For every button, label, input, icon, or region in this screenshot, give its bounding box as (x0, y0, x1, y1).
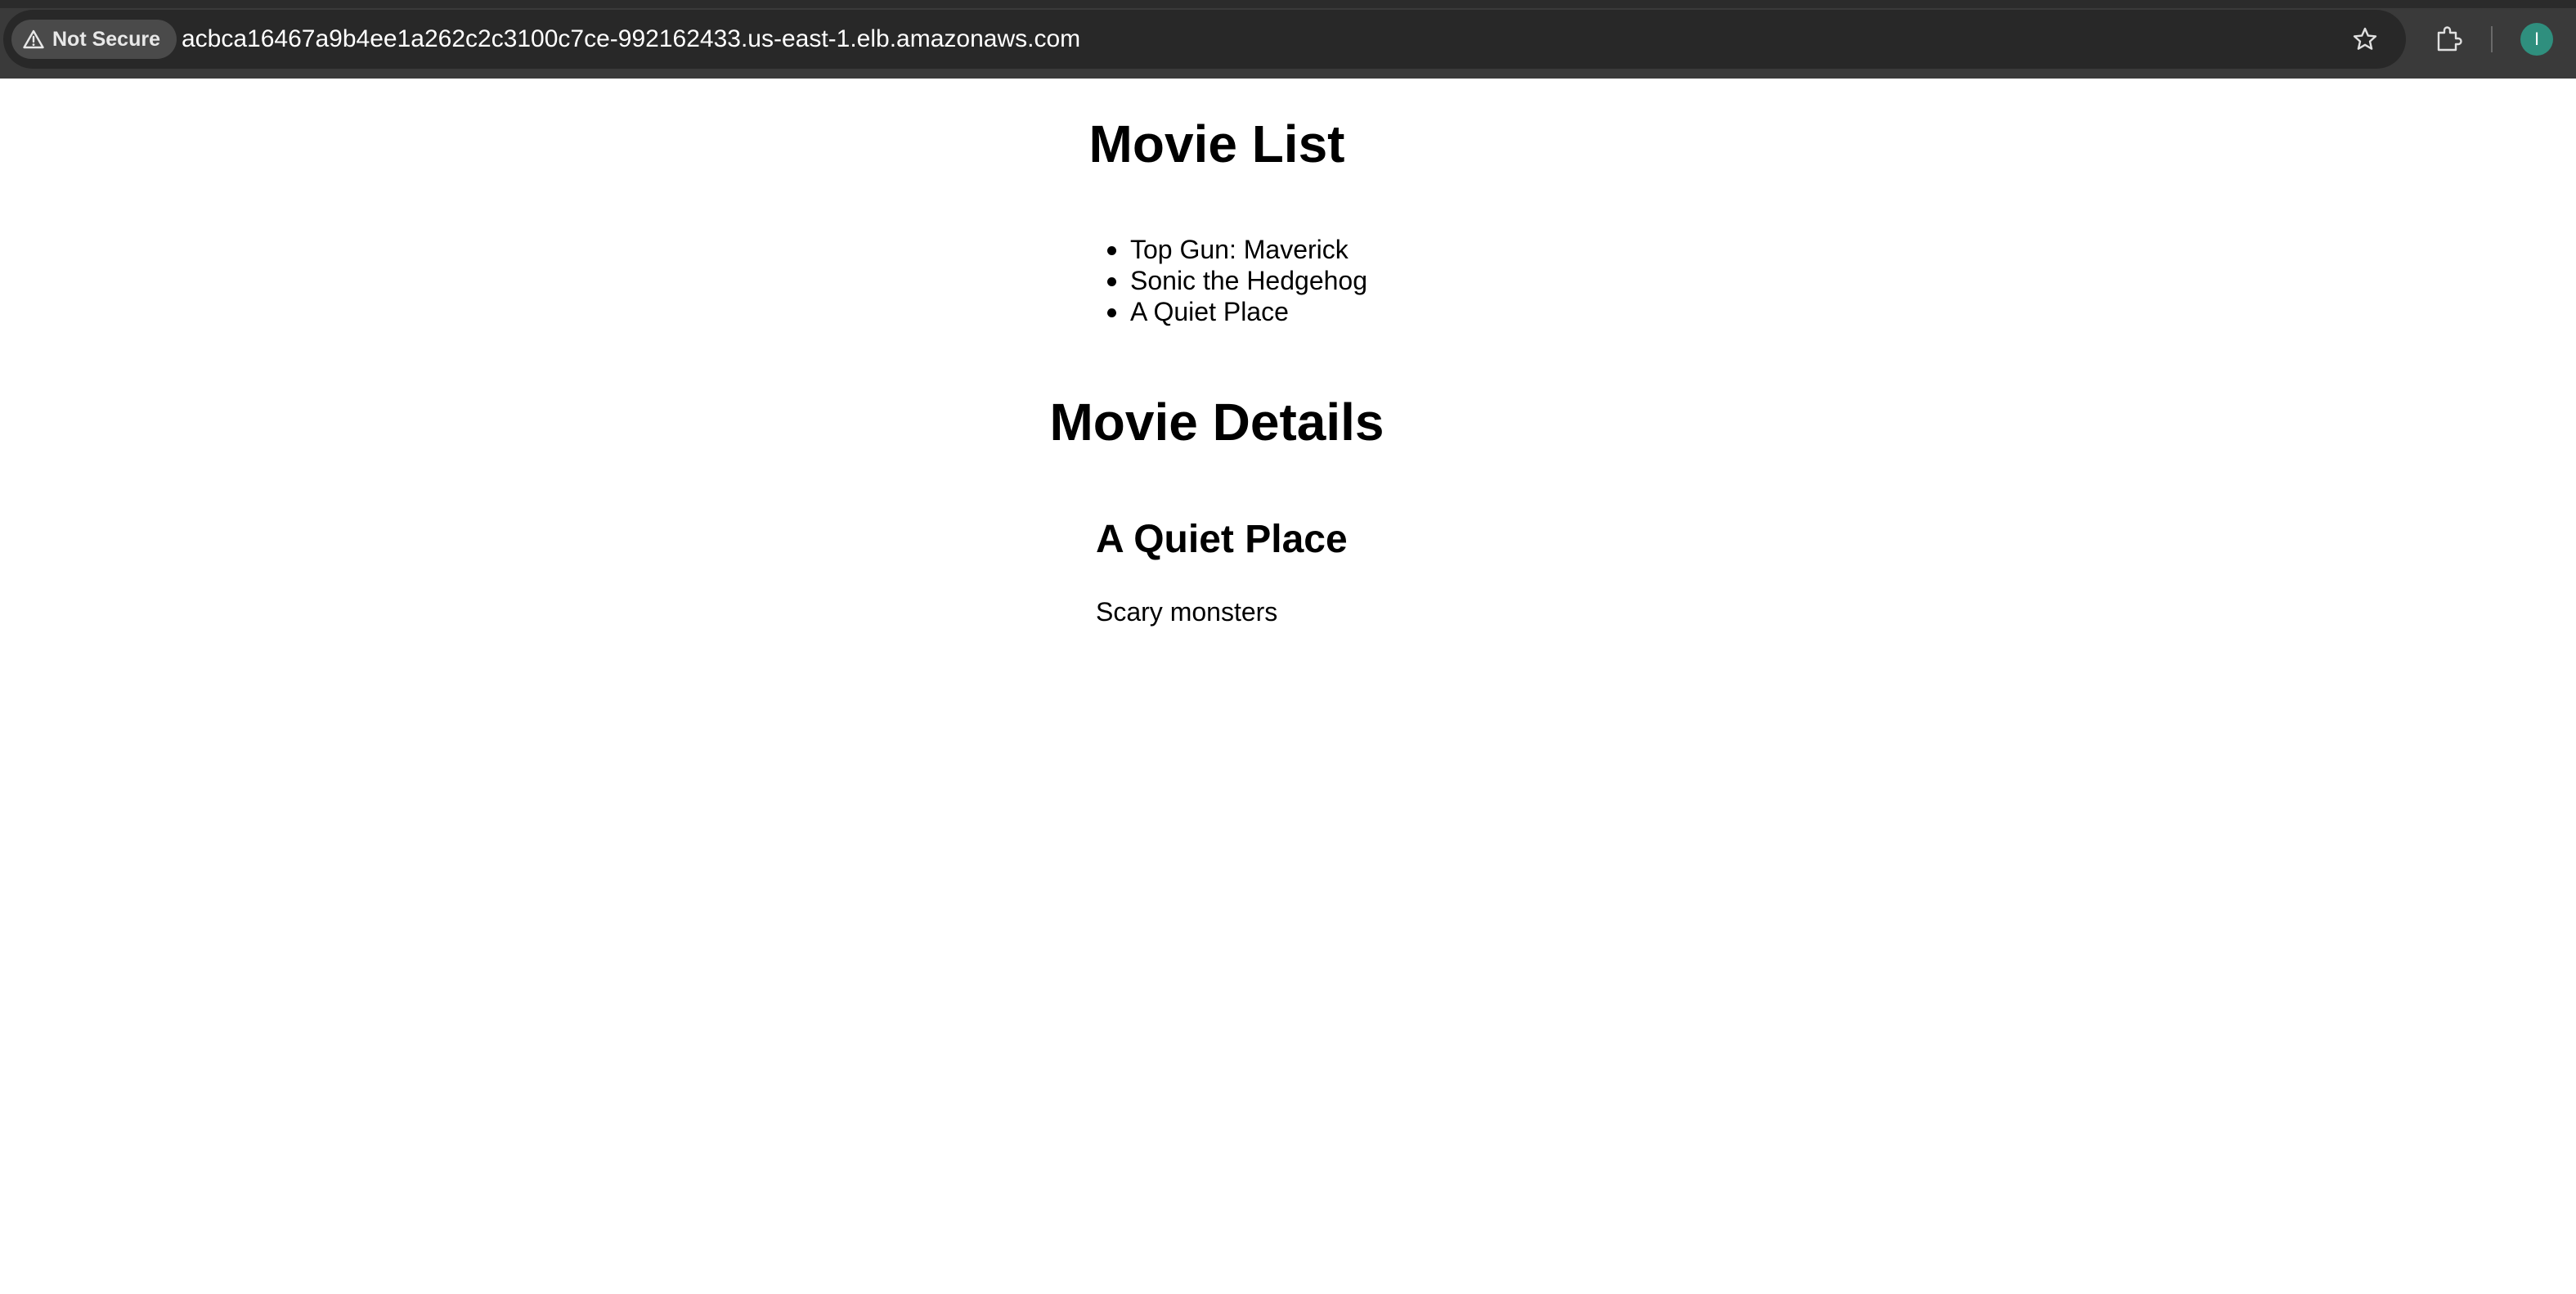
star-icon (2353, 27, 2377, 50)
browser-toolbar: Not Secure acbca16467a9b4ee1a262c2c3100c… (0, 0, 2576, 79)
movie-list-heading: Movie List (1088, 115, 1345, 173)
movie-list-item[interactable]: Sonic the Hedgehog (1107, 265, 1367, 296)
puzzle-extension-icon (2437, 26, 2462, 52)
profile-avatar-button[interactable]: I (2520, 23, 2553, 56)
selected-movie-description: Scary monsters (1096, 597, 1278, 627)
extensions-button[interactable] (2430, 21, 2466, 57)
security-label: Not Secure (52, 27, 160, 51)
movie-list-item[interactable]: A Quiet Place (1107, 296, 1367, 327)
movie-list: Top Gun: Maverick Sonic the Hedgehog A Q… (1107, 234, 1367, 327)
toolbar-separator (2491, 26, 2493, 52)
bookmark-star-button[interactable] (2349, 23, 2381, 56)
security-indicator-button[interactable]: Not Secure (11, 20, 177, 59)
tab-strip-edge (0, 0, 2576, 8)
url-text[interactable]: acbca16467a9b4ee1a262c2c3100c7ce-9921624… (182, 10, 1080, 69)
address-bar[interactable]: Not Secure acbca16467a9b4ee1a262c2c3100c… (3, 10, 2406, 69)
avatar-initial: I (2533, 29, 2540, 49)
movie-list-item[interactable]: Top Gun: Maverick (1107, 234, 1367, 265)
page-content: Movie List Top Gun: Maverick Sonic the H… (0, 79, 2576, 1294)
warning-triangle-icon (23, 29, 44, 49)
selected-movie-title: A Quiet Place (1096, 518, 1348, 561)
movie-details-heading: Movie Details (1049, 393, 1384, 452)
